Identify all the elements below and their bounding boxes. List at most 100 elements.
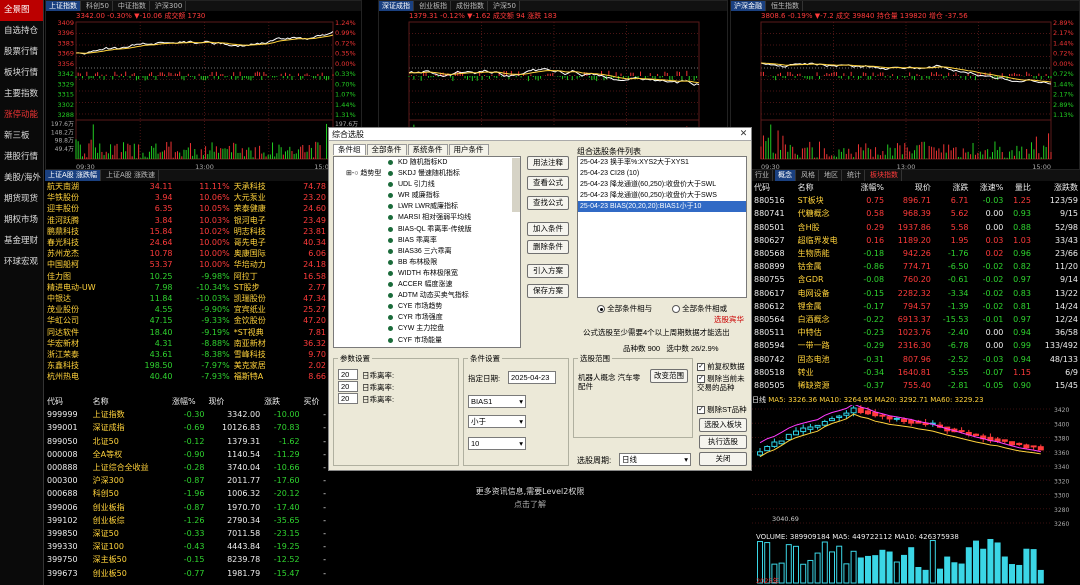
rank-row[interactable]: 同达软件 18.40 -9.19% *ST视典 7.81 [45, 326, 328, 337]
tree-scrollbar[interactable] [512, 158, 520, 212]
nav-item[interactable]: 期权市场 [0, 210, 43, 231]
nav-item[interactable]: 港股行情 [0, 147, 43, 168]
nav-item[interactable]: 美股/海外 [0, 168, 43, 189]
rank-tab-right[interactable]: 上证A股 涨跌速 [103, 170, 160, 181]
sector-tab[interactable]: 风格 [798, 170, 819, 181]
chart-tab[interactable]: 沪深50 [490, 1, 520, 11]
sector-tab[interactable]: 行业 [752, 170, 773, 181]
sector-row[interactable]: 880564 白酒概念 -0.22 6913.37 -15.53 -0.01 0.97 12/… [752, 313, 1080, 326]
chart-tab[interactable]: 恒生指数 [768, 1, 803, 11]
rank-row[interactable]: 华虹公司 47.15 -9.33% 金饮股份 47.20 [45, 315, 328, 326]
skip-st-checkbox[interactable]: ✓ 剔除ST品种 [697, 404, 747, 415]
nav-item[interactable]: 板块行情 [0, 63, 43, 84]
right-button[interactable]: 关闭 [699, 452, 747, 466]
index-chart-3[interactable]: 沪深金融 恒生指数 3808.6 -0.19% ▼-7.2 成交 39840 持仓… [730, 0, 1080, 171]
stock-screener-dialog[interactable]: 综合选股 ✕ 条件组 全部条件 系统条件 用户条件 KD 随机指标KD SKDJ 慢速随… [328, 127, 752, 471]
tree-item[interactable]: CYR 市场强度 [366, 312, 520, 323]
mid-button[interactable]: 查找公式 [527, 196, 569, 210]
sector-header-cell[interactable]: 涨跌数 [1033, 181, 1080, 194]
tree-item[interactable]: UDL 引力线 [366, 179, 520, 190]
sector-row[interactable]: 880518 转业 -0.34 1640.81 -5.55 -0.07 1.15 6/9 [752, 366, 1080, 379]
index-row[interactable]: 399006 创业板指 -0.87 1970.70 -17.40 - [45, 501, 328, 514]
condition-item[interactable]: 25-04-23 BIAS(20,20,20):BIAS1小于10 [578, 201, 746, 212]
tree-item[interactable]: WIDTH 布林极限宽 [366, 268, 520, 279]
sector-row[interactable]: 880899 钴金属 -0.86 774.71 -6.50 -0.02 0.82 11/20 [752, 260, 1080, 273]
rank-row[interactable]: 华宏新材 4.31 -8.88% 南亚新材 36.32 [45, 338, 328, 349]
tree-item[interactable]: BIAS-QL 乖离率-传统版 [366, 224, 520, 235]
adj-checkbox[interactable]: ✓ 前复权数据 [697, 361, 745, 372]
pick-link[interactable]: 选股宾华 [714, 314, 744, 325]
rank-row[interactable]: 精进电动-UW 7.98 -10.34% ST股步 2.77 [45, 282, 328, 293]
nav-item[interactable]: 自选持仓 [0, 21, 43, 42]
nav-item[interactable]: 全景图 [0, 0, 43, 21]
index-row[interactable]: 399750 深主板50 -0.15 8239.78 -12.52 - [45, 553, 328, 566]
rank-row[interactable]: 春光科技 24.64 10.00% 哥先电子 40.34 [45, 237, 328, 248]
chart-tab[interactable]: 科创50 [83, 1, 113, 11]
sector-tab[interactable]: 统计 [844, 170, 865, 181]
tree-item[interactable]: ADTM 动态买卖气指标 [366, 290, 520, 301]
nav-item[interactable]: 期货现货 [0, 189, 43, 210]
skip-untraded-checkbox[interactable]: ✓ 剔除当前未交易的品种 [697, 374, 751, 392]
index-row[interactable]: 000688 科创50 -1.96 1006.32 -20.12 - [45, 487, 328, 500]
tree-item[interactable]: CYE 市场趋势 [366, 301, 520, 312]
sector-header-cell[interactable]: 涨幅% [851, 181, 886, 194]
tree-item[interactable]: BB 布林极限 [366, 257, 520, 268]
compare-select[interactable]: 小于 ▾ [468, 415, 526, 428]
nav-item[interactable]: 股票行情 [0, 42, 43, 63]
sector-row[interactable]: 880505 稀缺资源 -0.37 755.40 -2.81 -0.05 0.90 15/45 [752, 379, 1080, 392]
sector-header-cell[interactable]: 代码 [752, 181, 796, 194]
dialog-tab[interactable]: 用户条件 [448, 144, 489, 155]
nav-item[interactable]: 环球宏观 [0, 252, 43, 273]
dialog-tab[interactable]: 系统条件 [407, 144, 448, 155]
chart-tab[interactable]: 创业板指 [416, 1, 451, 11]
mid-button[interactable]: 用法注释 [527, 156, 569, 170]
sector-header-cell[interactable]: 名称 [796, 181, 852, 194]
change-range-button[interactable]: 改变范围 [650, 369, 688, 383]
sector-header-cell[interactable]: 涨跌 [933, 181, 971, 194]
sector-row[interactable]: 880612 锂金属 -0.17 794.57 -1.39 -0.02 0.81 14/24 [752, 300, 1080, 313]
rank-row[interactable]: 浙江荣泰 43.61 -8.38% 雪峰科技 9.70 [45, 349, 328, 360]
tree-item[interactable]: BIAS36 三六乖离 [366, 246, 520, 257]
index-row[interactable]: 000300 沪深300 -0.87 2011.77 -17.60 - [45, 474, 328, 487]
right-button[interactable]: 执行选股 [699, 435, 747, 449]
rank-row[interactable]: 鹏鼎科技 15.84 10.02% 明志科技 23.81 [45, 226, 328, 237]
sector-header-cell[interactable]: 现价 [886, 181, 933, 194]
tree-group-trend[interactable]: ⊞-○ 趋势型 [334, 168, 520, 179]
index-row[interactable]: 000888 上证综合全收益 -0.28 3740.04 -10.66 - [45, 461, 328, 474]
period-select[interactable]: 日线 ▾ [619, 453, 691, 466]
index-row[interactable]: 399850 深证50 -0.33 7011.58 -23.15 - [45, 527, 328, 540]
sector-row[interactable]: 880741 代糖概念 0.58 968.39 5.62 0.00 0.93 9/15 [752, 207, 1080, 220]
index-row[interactable]: 000008 全A等权 -0.90 1140.54 -11.29 - [45, 448, 328, 461]
nav-item[interactable]: 主要指数 [0, 84, 43, 105]
tree-item[interactable]: PSL 分水岭 [366, 346, 520, 347]
rank-row[interactable]: 中国船柯 53.37 10.00% 华培动力 24.18 [45, 259, 328, 270]
rank-row[interactable]: 杭州热电 40.40 -7.93% 福斯特A 8.66 [45, 371, 328, 382]
promo-area[interactable]: 更多资讯信息,需要Level2权限 点击了解 [330, 472, 730, 585]
sector-row[interactable]: 880511 中特估 -0.23 1023.76 -2.40 0.00 0.94 36/58 [752, 326, 1080, 339]
condition-item[interactable]: 25-04-23 换手率%:XYS2大于XYS1 [578, 157, 746, 168]
tree-item[interactable]: KD 随机指标KD [366, 157, 520, 168]
sector-row[interactable]: 880594 一带一路 -0.29 2316.30 -6.78 0.00 0.99 133/4… [752, 339, 1080, 352]
index-header-cell[interactable]: 代码 [45, 395, 91, 408]
date-field[interactable]: 2025-04-23 [508, 371, 556, 384]
sector-row[interactable]: 880755 含GDR -0.08 760.20 -0.61 -0.02 0.97 9/14 [752, 273, 1080, 286]
rank-row[interactable]: 苏州龙杰 10.78 10.00% 奥康国际 6.06 [45, 248, 328, 259]
index-header-cell[interactable]: 涨跌 [262, 395, 301, 408]
tree-item[interactable]: CYW 主力控盘 [366, 323, 520, 334]
index-row[interactable]: 399102 创业板综 -1.26 2790.34 -35.65 - [45, 514, 328, 527]
radio-all[interactable]: 全部条件相与 [597, 303, 652, 314]
index-row[interactable]: 899050 北证50 -0.12 1379.31 -1.62 - [45, 435, 328, 448]
index-row[interactable]: 399001 深证成指 -0.69 10126.83 -70.83 - [45, 421, 328, 434]
mid-button[interactable]: 引入方案 [527, 264, 569, 278]
mid-button[interactable]: 保存方案 [527, 284, 569, 298]
sector-tab[interactable]: 地区 [821, 170, 842, 181]
radio-any[interactable]: 全部条件相或 [672, 303, 727, 314]
sector-row[interactable]: 880617 电网设备 -0.15 2282.32 -3.34 -0.02 0.83 13/2… [752, 287, 1080, 300]
condition-item[interactable]: 25-04-23 降龙通道(60,250):收盘价大于SWS [578, 190, 746, 201]
chart-tab[interactable]: 成份指数 [453, 1, 488, 11]
param-input[interactable]: 20 [338, 369, 358, 380]
mid-button[interactable]: 查看公式 [527, 176, 569, 190]
condition-list[interactable]: 25-04-23 换手率%:XYS2大于XYS1 25-04-23 CI28 (1… [577, 156, 747, 298]
index-row[interactable]: 999999 上证指数 -0.30 3342.00 -10.00 - [45, 408, 328, 421]
indicator-select[interactable]: BIAS1 ▾ [468, 395, 526, 408]
